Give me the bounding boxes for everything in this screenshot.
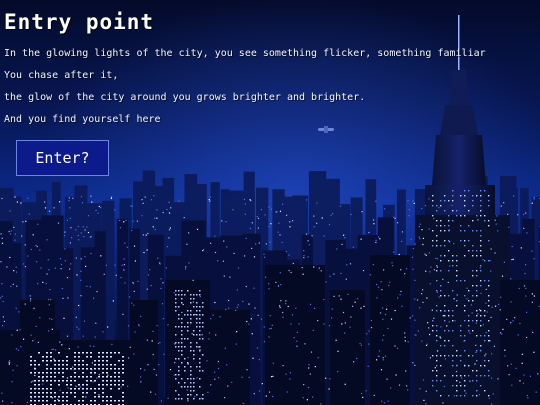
city-night-background xyxy=(0,0,540,405)
story-line: the glow of the city around you grows br… xyxy=(4,92,366,103)
enter-button[interactable]: Enter? xyxy=(16,140,109,176)
page-title: Entry point xyxy=(4,10,155,34)
story-line: In the glowing lights of the city, you s… xyxy=(4,48,486,59)
story-line: And you find yourself here xyxy=(4,114,161,125)
story-line: You chase after it, xyxy=(4,70,119,81)
